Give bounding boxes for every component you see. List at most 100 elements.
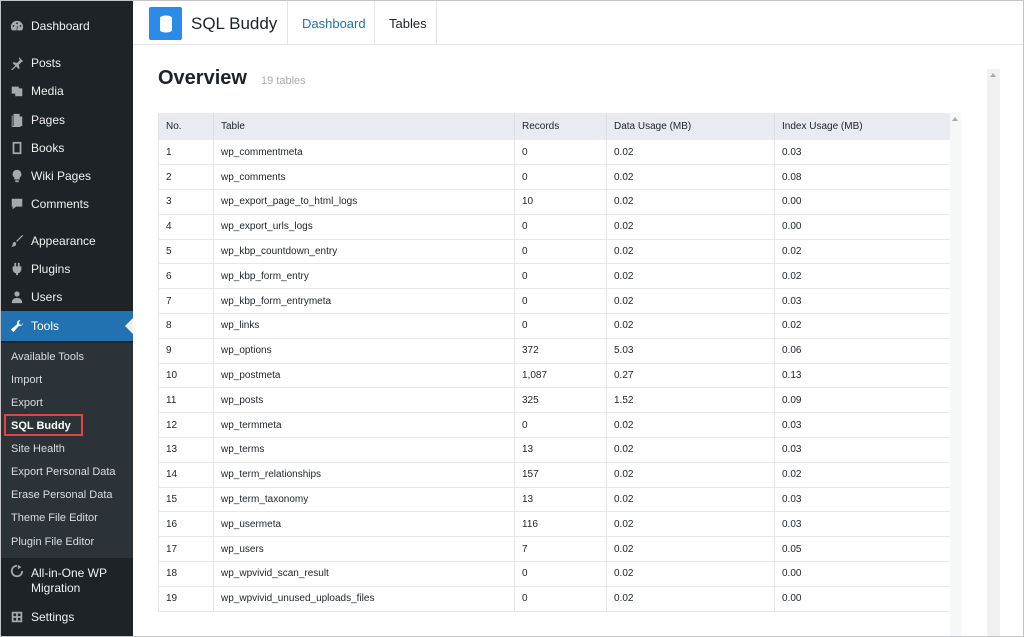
submenu-item-export-personal-data[interactable]: Export Personal Data xyxy=(11,466,116,478)
table-cell: wp_postmeta xyxy=(213,363,515,389)
sidebar-item-books[interactable]: Books xyxy=(1,135,133,161)
table-cell: 13 xyxy=(158,437,214,463)
sidebar-item-media[interactable]: Media xyxy=(1,78,133,104)
sidebar-item-comments[interactable]: Comments xyxy=(1,191,133,217)
table-cell: 8 xyxy=(158,313,214,339)
submenu-item-erase-personal-data[interactable]: Erase Personal Data xyxy=(11,489,113,501)
table-cell: wp_export_page_to_html_logs xyxy=(213,189,515,215)
table-cell: 0.02 xyxy=(606,164,775,191)
table-cell: 0.09 xyxy=(774,387,950,414)
sidebar-item-tools[interactable]: Tools xyxy=(1,311,133,341)
sidebar-item-label: All-in-One WP Migration xyxy=(31,566,107,595)
table-cell: 1,087 xyxy=(514,363,607,389)
sidebar-item-dashboard[interactable]: Dashboard xyxy=(1,13,133,39)
sidebar-item-label: Comments xyxy=(31,197,90,211)
table-cell: wp_posts xyxy=(213,387,515,414)
scroll-up-icon[interactable] xyxy=(952,117,958,121)
table-cell: 0.02 xyxy=(774,313,950,339)
sidebar-item-pages[interactable]: Pages xyxy=(1,107,133,133)
column-header: Data Usage (MB) xyxy=(606,113,775,140)
table-cell: 0 xyxy=(514,164,607,191)
submenu-item-export[interactable]: Export xyxy=(11,397,43,409)
comment-icon xyxy=(9,196,25,212)
table-row: 2 wp_comments 0 0.02 0.08 xyxy=(158,164,950,191)
app-window: Dashboard Posts Media Pages Books Wiki P… xyxy=(0,0,1024,637)
table-row: 4 wp_export_urls_logs 0 0.02 0.00 xyxy=(158,214,950,240)
table-cell: 0.02 xyxy=(606,412,775,439)
table-scrollbar[interactable] xyxy=(950,113,961,636)
plug-icon xyxy=(9,261,25,277)
table-cell: 0 xyxy=(514,263,607,290)
table-header-row: No. Table Records Data Usage (MB) Index … xyxy=(158,113,950,140)
user-icon xyxy=(9,289,25,305)
table-cell: wp_kbp_form_entry xyxy=(213,263,515,290)
table-cell: 0.02 xyxy=(606,437,775,463)
table-cell: 0.02 xyxy=(774,263,950,290)
submenu-item-site-health[interactable]: Site Health xyxy=(11,443,65,455)
table-row: 1 wp_commentmeta 0 0.02 0.03 xyxy=(158,140,950,166)
table-cell: wp_termmeta xyxy=(213,412,515,439)
table-cell: 4 xyxy=(158,214,214,240)
column-header: Records xyxy=(514,113,607,140)
table-cell: 0.02 xyxy=(774,239,950,265)
table-cell: 0 xyxy=(514,313,607,339)
sidebar-item-wiki-pages[interactable]: Wiki Pages xyxy=(1,163,133,189)
table-cell: 9 xyxy=(158,338,214,364)
table-cell: wp_kbp_countdown_entry xyxy=(213,239,515,265)
table-row: 15 wp_term_taxonomy 13 0.02 0.03 xyxy=(158,487,950,513)
submenu-item-import[interactable]: Import xyxy=(11,374,42,386)
table-cell: 0.02 xyxy=(606,239,775,265)
scroll-up-icon[interactable] xyxy=(990,73,996,77)
table-cell: 0 xyxy=(514,288,607,315)
table-cell: 0.03 xyxy=(774,412,950,439)
column-header: No. xyxy=(158,113,214,140)
table-cell: wp_users xyxy=(213,536,515,563)
header-divider xyxy=(374,1,375,45)
table-cell: 16 xyxy=(158,511,214,538)
sidebar-item-all-in-one-wp-migration[interactable]: All-in-One WP Migration xyxy=(1,562,133,598)
table-cell: 0 xyxy=(514,239,607,265)
table-cell: 0.00 xyxy=(774,586,950,612)
submenu-item-available-tools[interactable]: Available Tools xyxy=(11,351,84,363)
sidebar-item-settings[interactable]: Settings xyxy=(1,604,133,630)
table-row: 7 wp_kbp_form_entrymeta 0 0.02 0.03 xyxy=(158,288,950,315)
submenu-item-theme-file-editor[interactable]: Theme File Editor xyxy=(11,512,98,524)
table-row: 6 wp_kbp_form_entry 0 0.02 0.02 xyxy=(158,263,950,290)
table-cell: wp_term_relationships xyxy=(213,462,515,488)
table-cell: wp_terms xyxy=(213,437,515,463)
main-content: Overview 19 tables No. Table Records Dat… xyxy=(133,46,1023,636)
sidebar-item-users[interactable]: Users xyxy=(1,284,133,310)
table-cell: 0.02 xyxy=(606,214,775,240)
table-row: 14 wp_term_relationships 157 0.02 0.02 xyxy=(158,462,950,488)
page-scrollbar[interactable] xyxy=(987,69,1000,636)
table-count: 19 tables xyxy=(261,75,306,87)
sidebar-item-label: Settings xyxy=(31,610,75,624)
table-cell: 12 xyxy=(158,412,214,439)
table-cell: 0.02 xyxy=(606,189,775,215)
table-cell: 17 xyxy=(158,536,214,563)
table-cell: 0 xyxy=(514,561,607,587)
table-cell: 0.02 xyxy=(606,511,775,538)
tab-tables[interactable]: Tables xyxy=(389,16,427,31)
table-cell: wp_term_taxonomy xyxy=(213,487,515,513)
highlight-annotation xyxy=(4,414,83,436)
tools-submenu: Available Tools Import Export SQL Buddy … xyxy=(1,343,133,558)
sidebar-item-label: Tools xyxy=(31,319,60,333)
column-header: Table xyxy=(213,113,515,140)
sidebar-item-label: Wiki Pages xyxy=(31,169,92,183)
sidebar-item-plugins[interactable]: Plugins xyxy=(1,256,133,282)
table-cell: 7 xyxy=(514,536,607,563)
table-cell: 2 xyxy=(158,164,214,191)
settings-icon xyxy=(9,609,25,625)
table-row: 13 wp_terms 13 0.02 0.03 xyxy=(158,437,950,463)
column-header: Index Usage (MB) xyxy=(774,113,950,140)
sidebar-item-appearance[interactable]: Appearance xyxy=(1,228,133,254)
lightbulb-icon xyxy=(9,168,25,184)
sidebar-item-label: Plugins xyxy=(31,262,71,276)
tab-dashboard[interactable]: Dashboard xyxy=(302,16,366,31)
submenu-item-plugin-file-editor[interactable]: Plugin File Editor xyxy=(11,536,94,548)
table-row: 10 wp_postmeta 1,087 0.27 0.13 xyxy=(158,363,950,389)
sidebar-item-posts[interactable]: Posts xyxy=(1,50,133,76)
table-cell: wp_usermeta xyxy=(213,511,515,538)
table-cell: 0.00 xyxy=(774,189,950,215)
